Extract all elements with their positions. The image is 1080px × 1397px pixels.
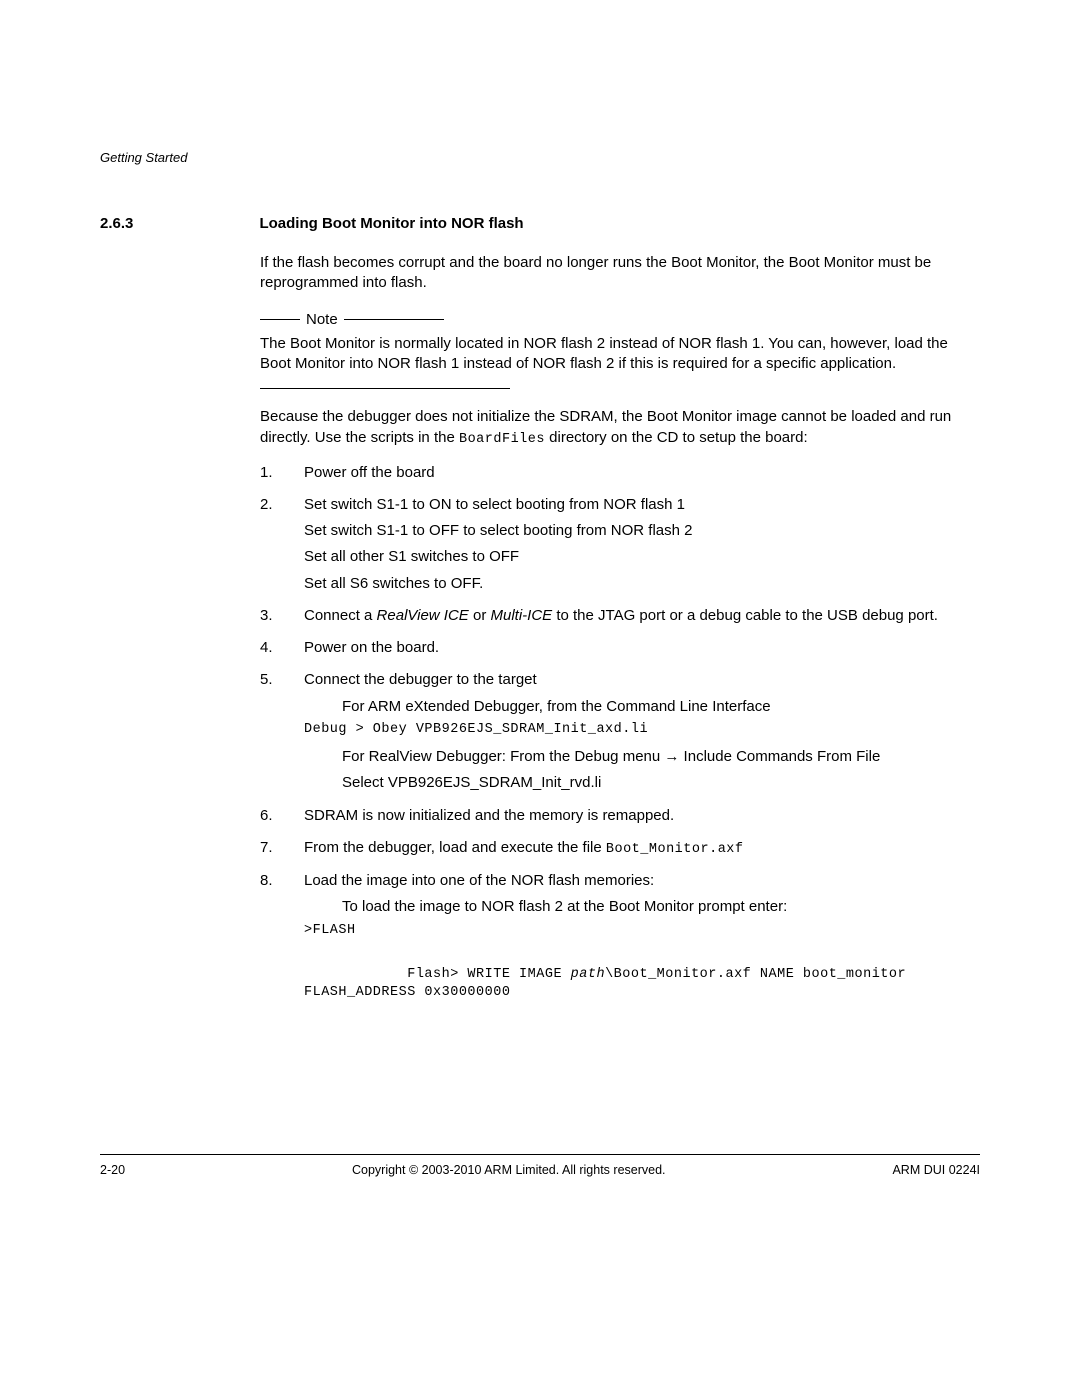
step-content: From the debugger, load and execute the … [304,838,980,859]
note-rule-top: Note [260,310,980,330]
body-column: If the flash becomes corrupt and the boa… [260,253,980,1029]
sub-text: Select VPB926EJS_SDRAM_Init_rvd.li [342,773,980,793]
step-content: Connect the debugger to the target For A… [304,670,980,793]
step-text: Power on the board. [304,638,980,658]
sub-text: For ARM eXtended Debugger, from the Comm… [342,697,980,717]
step-content: Load the image into one of the NOR flash… [304,871,980,1029]
because-paragraph: Because the debugger does not initialize… [260,407,980,448]
step-line: Set switch S1-1 to OFF to select booting… [304,521,980,541]
section-title: Loading Boot Monitor into NOR flash [259,215,523,232]
arrow-icon: → [664,748,679,765]
step-number: 6. [260,806,304,826]
rule-line [344,319,444,320]
step-8: 8. Load the image into one of the NOR fl… [260,871,980,1029]
code-line: >FLASH [304,922,980,940]
step-5: 5. Connect the debugger to the target Fo… [260,670,980,793]
step-text: SDRAM is now initialized and the memory … [304,806,980,826]
step-number: 7. [260,838,304,859]
text: directory on the CD to setup the board: [545,429,808,446]
step-4: 4. Power on the board. [260,638,980,658]
step-6: 6. SDRAM is now initialized and the memo… [260,806,980,826]
code-text: Flash> WRITE IMAGE [407,967,570,982]
step-1: 1. Power off the board [260,463,980,483]
text: From the debugger, load and execute the … [304,839,606,856]
step-2: 2. Set switch S1-1 to ON to select booti… [260,495,980,594]
sub-text: For RealView Debugger: From the Debug me… [342,747,980,767]
step-number: 1. [260,463,304,483]
copyright: Copyright © 2003-2010 ARM Limited. All r… [352,1163,666,1177]
step-line: Set switch S1-1 to ON to select booting … [304,495,980,515]
step-text: Load the image into one of the NOR flash… [304,871,980,891]
step-7: 7. From the debugger, load and execute t… [260,838,980,859]
step-number: 4. [260,638,304,658]
text: or [469,607,491,624]
page: Getting Started 2.6.3 Loading Boot Monit… [0,0,1080,1397]
text: to the JTAG port or a debug cable to the… [552,607,938,624]
doc-id: ARM DUI 0224I [892,1163,980,1177]
step-line: Set all other S1 switches to OFF [304,547,980,567]
text: Include Commands From File [679,748,880,765]
step-3: 3. Connect a RealView ICE or Multi-ICE t… [260,606,980,626]
running-header: Getting Started [100,150,980,165]
step-content: Set switch S1-1 to ON to select booting … [304,495,980,594]
italic-term: Multi-ICE [491,607,553,624]
text: For RealView Debugger: From the Debug me… [342,748,664,765]
page-footer: 2-20 Copyright © 2003-2010 ARM Limited. … [100,1154,980,1177]
steps-list: 1. Power off the board 2. Set switch S1-… [260,463,980,1029]
code-line: Debug > Obey VPB926EJS_SDRAM_Init_axd.li [304,721,980,739]
step-text: Power off the board [304,463,980,483]
rule-line [260,319,300,320]
section-heading: 2.6.3 Loading Boot Monitor into NOR flas… [100,215,980,233]
step-number: 5. [260,670,304,793]
italic-term: RealView ICE [377,607,469,624]
step-content: Connect a RealView ICE or Multi-ICE to t… [304,606,980,626]
footer-rule [100,1154,980,1155]
sub-text: To load the image to NOR flash 2 at the … [342,897,980,917]
section-number: 2.6.3 [100,215,255,232]
inline-code: BoardFiles [459,432,545,447]
footer-row: 2-20 Copyright © 2003-2010 ARM Limited. … [100,1163,980,1177]
inline-code: Boot_Monitor.axf [606,842,744,857]
step-number: 8. [260,871,304,1029]
code-text: \Boot_Monitor.axf NAME boot_monitor FLAS… [304,967,915,1000]
note-text: The Boot Monitor is normally located in … [260,334,980,375]
page-number: 2-20 [100,1163,125,1177]
step-line: Set all S6 switches to OFF. [304,574,980,594]
note-label: Note [300,310,344,330]
step-number: 2. [260,495,304,594]
step-number: 3. [260,606,304,626]
code-line: Flash> WRITE IMAGE path\Boot_Monitor.axf… [304,948,980,1021]
step-text: Connect the debugger to the target [304,670,980,690]
italic-path: path [571,967,605,982]
intro-paragraph: If the flash becomes corrupt and the boa… [260,253,980,294]
note-rule-bottom [260,388,510,389]
text: Connect a [304,607,377,624]
